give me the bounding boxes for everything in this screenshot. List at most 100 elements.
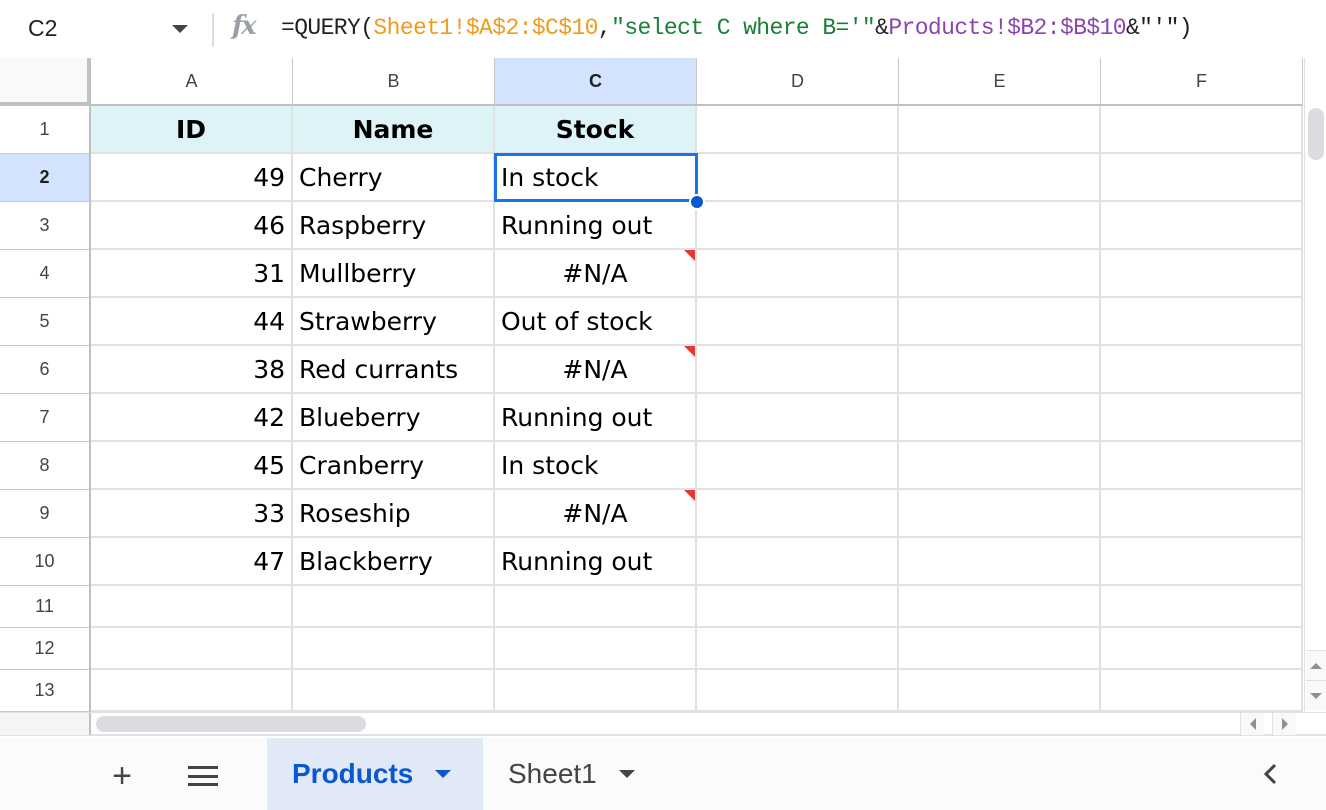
cell-e5[interactable] [899, 298, 1101, 346]
cell-d9[interactable] [697, 490, 899, 538]
cell-a5[interactable]: 44 [91, 298, 293, 346]
row-header-12[interactable]: 12 [0, 628, 91, 670]
cell-d1[interactable] [697, 106, 899, 154]
column-header-a[interactable]: A [91, 58, 293, 106]
cell-d3[interactable] [697, 202, 899, 250]
cell-a9[interactable]: 33 [91, 490, 293, 538]
column-header-e[interactable]: E [899, 58, 1101, 106]
cell-a2[interactable]: 49 [91, 154, 293, 202]
sheet-tab-sheet1[interactable]: Sheet1 [483, 738, 663, 810]
error-indicator-icon[interactable] [684, 250, 695, 261]
cell-e4[interactable] [899, 250, 1101, 298]
cell-e3[interactable] [899, 202, 1101, 250]
cell-c3[interactable]: Running out [495, 202, 697, 250]
sheet-tab-products[interactable]: Products [267, 738, 483, 810]
cell-a7[interactable]: 42 [91, 394, 293, 442]
cell-f12[interactable] [1101, 628, 1303, 670]
fill-handle[interactable] [689, 194, 705, 210]
horizontal-scrollbar[interactable] [0, 712, 1326, 736]
error-indicator-icon[interactable] [684, 346, 695, 357]
row-header-6[interactable]: 6 [0, 346, 91, 394]
cell-b12[interactable] [293, 628, 495, 670]
cell-f11[interactable] [1101, 586, 1303, 628]
cell-c1[interactable]: Stock [495, 106, 697, 154]
cell-b11[interactable] [293, 586, 495, 628]
scroll-down-button[interactable] [1306, 680, 1326, 710]
cell-c12[interactable] [495, 628, 697, 670]
cell-e2[interactable] [899, 154, 1101, 202]
cell-a4[interactable]: 31 [91, 250, 293, 298]
row-header-5[interactable]: 5 [0, 298, 91, 346]
cell-b13[interactable] [293, 670, 495, 712]
add-sheet-button[interactable]: + [102, 756, 142, 796]
scroll-right-button[interactable] [1272, 713, 1296, 735]
vertical-scroll-thumb[interactable] [1308, 108, 1324, 160]
cell-c6[interactable]: #N/A [495, 346, 697, 394]
cell-a3[interactable]: 46 [91, 202, 293, 250]
row-header-7[interactable]: 7 [0, 394, 91, 442]
cell-a11[interactable] [91, 586, 293, 628]
cell-f1[interactable] [1101, 106, 1303, 154]
cell-c2[interactable]: In stock [495, 154, 697, 202]
row-header-9[interactable]: 9 [0, 490, 91, 538]
cell-e6[interactable] [899, 346, 1101, 394]
cell-c10[interactable]: Running out [495, 538, 697, 586]
sheet-tab-dropdown-icon[interactable] [618, 770, 635, 778]
cell-b1[interactable]: Name [293, 106, 495, 154]
collapse-sidebar-button[interactable] [1258, 762, 1282, 786]
cell-f5[interactable] [1101, 298, 1303, 346]
cell-c4[interactable]: #N/A [495, 250, 697, 298]
cell-d10[interactable] [697, 538, 899, 586]
row-header-1[interactable]: 1 [0, 106, 91, 154]
cell-a10[interactable]: 47 [91, 538, 293, 586]
cell-b6[interactable]: Red currants [293, 346, 495, 394]
cell-d4[interactable] [697, 250, 899, 298]
cell-d7[interactable] [697, 394, 899, 442]
column-header-f[interactable]: F [1101, 58, 1303, 106]
cell-b8[interactable]: Cranberry [293, 442, 495, 490]
cell-c11[interactable] [495, 586, 697, 628]
cell-f4[interactable] [1101, 250, 1303, 298]
cell-b10[interactable]: Blackberry [293, 538, 495, 586]
cell-d6[interactable] [697, 346, 899, 394]
cell-a12[interactable] [91, 628, 293, 670]
cell-f2[interactable] [1101, 154, 1303, 202]
row-header-13[interactable]: 13 [0, 670, 91, 712]
cell-f8[interactable] [1101, 442, 1303, 490]
cell-e7[interactable] [899, 394, 1101, 442]
column-header-b[interactable]: B [293, 58, 495, 106]
cell-b5[interactable]: Strawberry [293, 298, 495, 346]
cell-reference[interactable]: C2 [28, 15, 57, 42]
select-all-corner[interactable] [0, 58, 91, 106]
cell-f7[interactable] [1101, 394, 1303, 442]
row-header-10[interactable]: 10 [0, 538, 91, 586]
cell-a8[interactable]: 45 [91, 442, 293, 490]
cell-b4[interactable]: Mullberry [293, 250, 495, 298]
cell-a6[interactable]: 38 [91, 346, 293, 394]
formula-input[interactable]: =QUERY(Sheet1!$A$2:$C$10,"select C where… [281, 15, 1193, 41]
cell-d8[interactable] [697, 442, 899, 490]
cell-e9[interactable] [899, 490, 1101, 538]
row-header-8[interactable]: 8 [0, 442, 91, 490]
cell-d13[interactable] [697, 670, 899, 712]
column-header-d[interactable]: D [697, 58, 899, 106]
horizontal-scroll-thumb[interactable] [96, 716, 366, 732]
cell-c13[interactable] [495, 670, 697, 712]
scroll-left-button[interactable] [1240, 713, 1264, 735]
name-box[interactable]: C2 [0, 0, 205, 58]
all-sheets-button[interactable] [183, 756, 223, 796]
cell-d12[interactable] [697, 628, 899, 670]
cell-c5[interactable]: Out of stock [495, 298, 697, 346]
vertical-scrollbar[interactable] [1304, 58, 1326, 712]
row-header-3[interactable]: 3 [0, 202, 91, 250]
sheet-tab-dropdown-icon[interactable] [435, 770, 452, 778]
cell-f3[interactable] [1101, 202, 1303, 250]
cell-e12[interactable] [899, 628, 1101, 670]
cell-f13[interactable] [1101, 670, 1303, 712]
cell-c9[interactable]: #N/A [495, 490, 697, 538]
cell-f6[interactable] [1101, 346, 1303, 394]
cell-c7[interactable]: Running out [495, 394, 697, 442]
cell-e11[interactable] [899, 586, 1101, 628]
cell-a1[interactable]: ID [91, 106, 293, 154]
row-header-2[interactable]: 2 [0, 154, 91, 202]
